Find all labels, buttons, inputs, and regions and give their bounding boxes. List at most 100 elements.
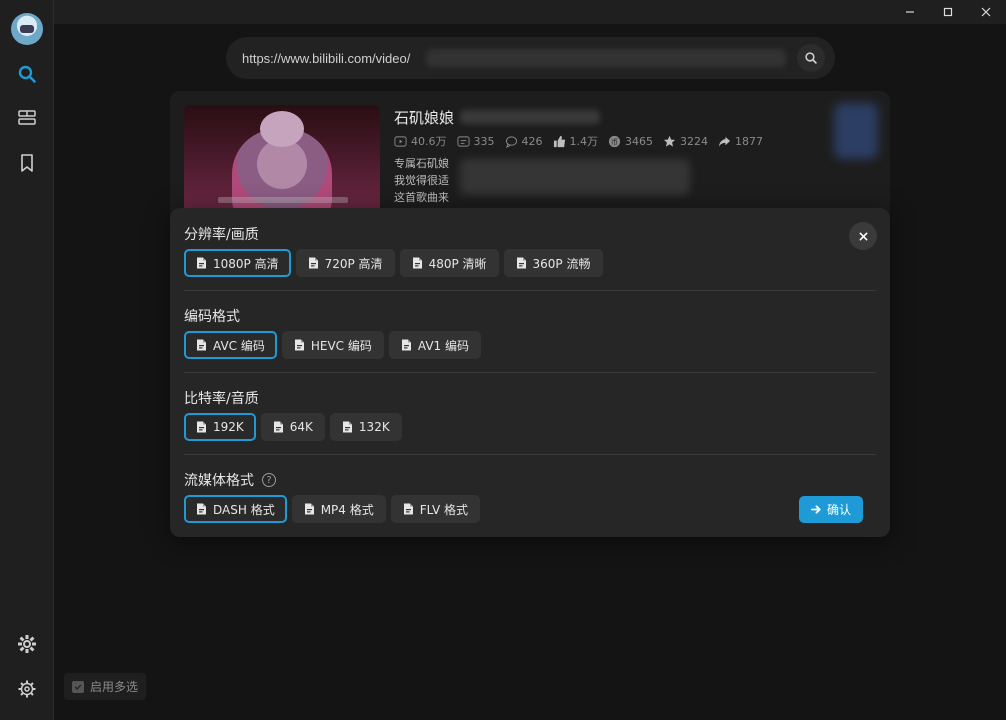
share-icon [718,136,731,147]
option-button[interactable]: AVC 编码 [184,331,277,359]
section-title: 比特率/音质 [184,388,259,408]
title-redacted [460,110,600,124]
stat-comments: 426 [505,135,543,148]
option-button[interactable]: 192K [184,413,256,441]
desc-line: 这首歌曲来 [394,191,449,204]
option-label: 1080P 高清 [213,256,279,271]
file-icon [197,503,206,515]
list-icon [18,110,36,125]
option-button[interactable]: 720P 高清 [295,249,395,277]
file-icon [197,339,206,351]
sidebar-item-settings[interactable] [14,676,40,702]
file-icon [308,257,318,269]
thumbnail-caption [218,197,348,203]
confirm-button[interactable]: 确认 [799,496,863,523]
section-title: 流媒体格式? [184,470,276,490]
avatar[interactable] [11,13,43,45]
option-button[interactable]: 360P 流畅 [503,249,603,277]
sidebar-item-search[interactable] [14,61,40,87]
stat-likes-value: 1.4万 [569,135,599,148]
arrow-right-icon [810,505,821,514]
option-label: 192K [213,420,244,434]
uploader-avatar-redacted [834,103,878,159]
stat-favorites-value: 3224 [680,134,708,148]
option-row: 1080P 高清 720P 高清 480P 清晰 360P 流畅 [184,249,603,277]
search-bar [226,37,835,79]
option-label: 720P 高清 [324,256,383,271]
option-label: HEVC 编码 [310,338,372,353]
play-icon [394,135,407,147]
gear-solid-icon [18,635,36,653]
multi-select-toggle[interactable]: 启用多选 [64,673,147,700]
option-button[interactable]: 132K [329,413,402,441]
desc-line: 专属石矶娘 [394,157,449,170]
option-label: 360P 流畅 [532,256,591,271]
option-button[interactable]: MP4 格式 [291,495,386,523]
option-label: 480P 清晰 [428,256,487,271]
maximize-button[interactable] [930,0,966,24]
video-stats: 40.6万 335 426 1.4万 币 3465 3224 1877 [394,133,763,149]
option-button[interactable]: 480P 清晰 [399,249,499,277]
section-title-label: 分辨率/画质 [184,227,259,243]
option-button[interactable]: FLV 格式 [390,495,481,523]
file-icon [401,339,411,351]
help-icon[interactable]: ? [262,473,276,487]
stat-likes: 1.4万 [553,133,599,149]
file-icon [412,257,422,269]
file-icon [304,503,314,515]
option-button[interactable]: 64K [260,413,325,441]
bookmark-icon [21,154,33,172]
section-divider [184,372,876,373]
svg-text:币: 币 [611,137,618,146]
stat-danmaku-value: 335 [473,134,495,148]
stat-comments-value: 426 [521,134,543,148]
option-button[interactable]: AV1 编码 [388,331,481,359]
video-description: 专属石矶娘 我觉得很适 这首歌曲来 [394,155,449,206]
file-icon [197,421,206,433]
section-title-label: 比特率/音质 [184,391,259,407]
file-icon [294,339,304,351]
thumbnail-figure-head [260,111,304,147]
section-divider [184,290,876,291]
option-button[interactable]: 1080P 高清 [184,249,291,277]
sidebar-item-plugin[interactable] [14,631,40,657]
stat-views: 40.6万 [394,133,447,149]
danmaku-icon [456,135,470,147]
search-button[interactable] [797,44,825,72]
sidebar-item-bookmarks[interactable] [14,150,40,176]
close-modal-button[interactable] [849,222,877,250]
search-input[interactable] [242,49,422,67]
file-icon [273,421,283,433]
option-button[interactable]: HEVC 编码 [281,331,384,359]
stat-coins: 币 3465 [608,135,653,148]
check-icon [74,684,82,690]
close-window-button[interactable] [968,0,1004,24]
star-icon [663,135,676,147]
stat-shares-value: 1877 [735,134,763,148]
search-icon [805,52,817,64]
sidebar [0,0,54,720]
description-redacted [460,159,690,195]
title-bar [54,0,1006,24]
multi-select-label: 启用多选 [90,680,139,694]
maximize-icon [943,7,953,17]
file-icon [516,257,526,269]
minimize-icon [906,11,914,13]
file-icon [342,421,352,433]
minimize-button[interactable] [892,0,928,24]
comment-icon [505,135,517,148]
section-title-label: 编码格式 [184,309,240,325]
option-row: AVC 编码 HEVC 编码 AV1 编码 [184,331,481,359]
section-title-label: 流媒体格式 [184,473,254,489]
section-divider [184,454,876,455]
coin-icon: 币 [608,135,621,147]
checkbox[interactable] [72,680,84,693]
stat-danmaku: 335 [456,134,495,148]
close-icon [981,7,991,17]
app-window: 石矶娘娘 40.6万 335 426 1.4万 币3465 3224 1877 … [0,0,1006,720]
stat-views-value: 40.6万 [411,135,447,148]
file-icon [197,257,206,269]
sidebar-item-tasks[interactable] [14,105,40,131]
option-button[interactable]: DASH 格式 [184,495,287,523]
video-thumbnail[interactable] [184,105,380,215]
